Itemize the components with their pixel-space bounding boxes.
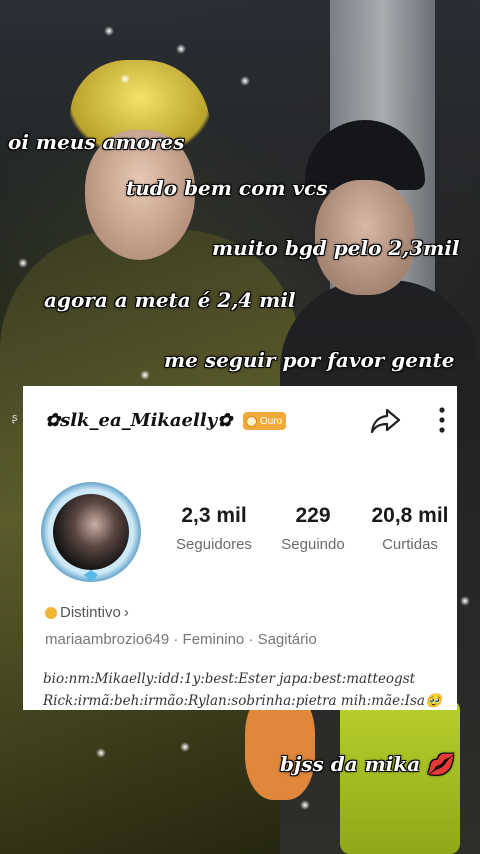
avatar[interactable] [41, 482, 141, 582]
edge-mark: ʂ [12, 412, 18, 424]
share-arrow-icon[interactable] [368, 404, 402, 438]
followers-label: Seguidores [176, 536, 252, 553]
sparkle [240, 76, 250, 86]
distintivo-label: Distintivo [60, 604, 121, 621]
badge-label: Ouro [260, 415, 283, 427]
neon-pants [340, 700, 460, 854]
stat-following[interactable]: 229 Seguindo [275, 504, 351, 553]
profile-card: ✿slk_ea_Mikaelly✿ Ouro 2,3 mil Seguidore… [23, 386, 457, 710]
sparkle [96, 748, 106, 758]
profile-meta: mariaambrozio649 · Feminino · Sagitário [45, 631, 317, 648]
gold-coin-icon [246, 415, 257, 427]
sparkle [104, 26, 114, 36]
caption-line-6: bjss da mika 💋 [280, 752, 453, 776]
distintivo-link[interactable]: Distintivo › [45, 604, 129, 621]
hexagon-badge-icon [45, 606, 57, 619]
gem-icon [84, 570, 98, 582]
following-count: 229 [295, 504, 331, 527]
caption-line-1: oi meus amores [8, 130, 185, 154]
sparkle [140, 370, 150, 380]
level-badge[interactable]: Ouro [243, 412, 287, 430]
bio-line-2: Rick:irmã:beh:irmão:Rylan:sobrinha:pietr… [43, 693, 442, 709]
chevron-right-icon: › [123, 604, 129, 621]
sparkle [180, 742, 190, 752]
caption-line-5: me seguir por favor gente [164, 348, 455, 372]
sparkle [18, 258, 28, 268]
profile-username: ✿slk_ea_Mikaelly✿ [45, 410, 233, 431]
sparkle [120, 74, 130, 84]
profile-bio: bio:nm:Mikaelly:idd:1y:best:Ester japa:b… [43, 668, 442, 712]
sparkle [300, 800, 310, 810]
likes-label: Curtidas [382, 536, 438, 553]
caption-line-4: agora a meta é 2,4 mil [44, 288, 296, 312]
caption-line-3: muito bgd pelo 2,3mil [212, 236, 460, 260]
stat-followers[interactable]: 2,3 mil Seguidores [171, 504, 257, 553]
vertical-dots-icon[interactable] [431, 406, 453, 436]
stat-likes[interactable]: 20,8 mil Curtidas [363, 504, 457, 553]
avatar-photo [53, 494, 129, 570]
caption-line-2: tudo bem com vcs [126, 176, 328, 200]
followers-count: 2,3 mil [181, 504, 247, 527]
bio-line-1: bio:nm:Mikaelly:idd:1y:best:Ester japa:b… [43, 671, 416, 687]
likes-count: 20,8 mil [371, 504, 449, 527]
following-label: Seguindo [281, 536, 345, 553]
sparkle [460, 596, 470, 606]
sparkle [176, 44, 186, 54]
